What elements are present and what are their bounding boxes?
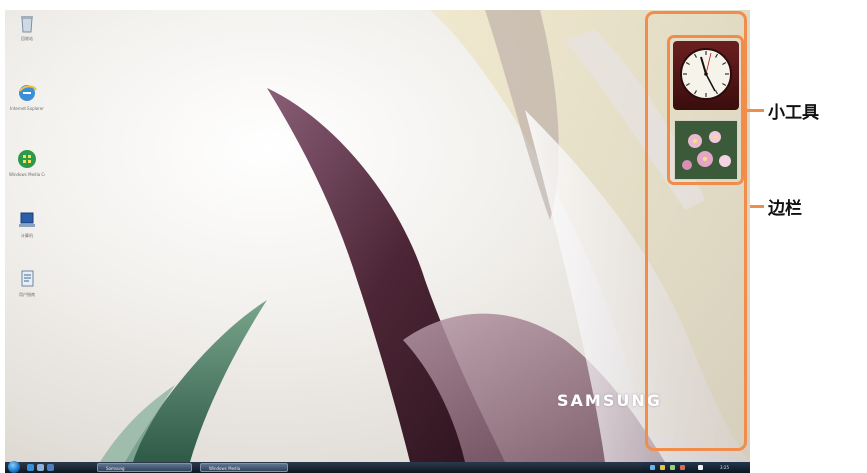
desktop-icon-label: 计算机 (21, 233, 33, 238)
volume-icon[interactable] (670, 465, 675, 470)
computer-icon (19, 212, 35, 227)
desktop-icon-label: Windows Media Center (9, 172, 45, 177)
desktop-icon-label: Internet Explorer (10, 106, 44, 111)
desktop-icon-internet-explorer[interactable]: Internet Explorer (9, 82, 45, 111)
windows-media-center-icon (18, 150, 36, 168)
notification-area: 3:25 (642, 462, 750, 473)
taskbar-button-label: Windows Media (209, 466, 241, 471)
gadgets-callout: 小工具 (768, 103, 819, 123)
security-icon[interactable] (680, 465, 685, 470)
desktop-icon-recycle-bin[interactable]: 回收站 (9, 12, 45, 41)
desktop-icon-windows-media-center[interactable]: Windows Media Center (9, 148, 45, 177)
taskbar-button-windows-media[interactable]: Windows Media (200, 463, 288, 472)
taskbar-button-label: Samsung (106, 466, 125, 471)
language-bar-icon[interactable] (650, 465, 655, 470)
desktop-icon-label: 回收站 (21, 36, 33, 41)
sidebar-callout: 边栏 (768, 199, 802, 219)
recycle-bin-icon (21, 16, 33, 33)
power-icon[interactable] (698, 465, 703, 470)
desktop-icon-label: 用户指南 (19, 292, 35, 297)
sidebar-highlight-frame (645, 11, 747, 451)
user-guide-icon (21, 270, 34, 287)
network-icon[interactable] (660, 465, 665, 470)
taskbar: Samsung Windows Media 3:25 (5, 461, 750, 473)
gadgets-pointer-line (746, 109, 764, 112)
desktop-screenshot: 回收站 Internet Explorer Windows Media Cent… (5, 10, 750, 473)
quick-launch-switch-icon[interactable] (47, 464, 54, 471)
quick-launch-ie-icon[interactable] (27, 464, 34, 471)
tray-clock[interactable]: 3:25 (720, 462, 729, 473)
start-button[interactable] (8, 461, 20, 473)
desktop-icon-computer[interactable]: 计算机 (9, 209, 45, 238)
sidebar-pointer-line (750, 205, 764, 208)
desktop-icon-user-guide[interactable]: 用户指南 (9, 268, 45, 297)
taskbar-button-samsung[interactable]: Samsung (97, 463, 192, 472)
internet-explorer-icon (19, 85, 37, 101)
quick-launch-desktop-icon[interactable] (37, 464, 44, 471)
